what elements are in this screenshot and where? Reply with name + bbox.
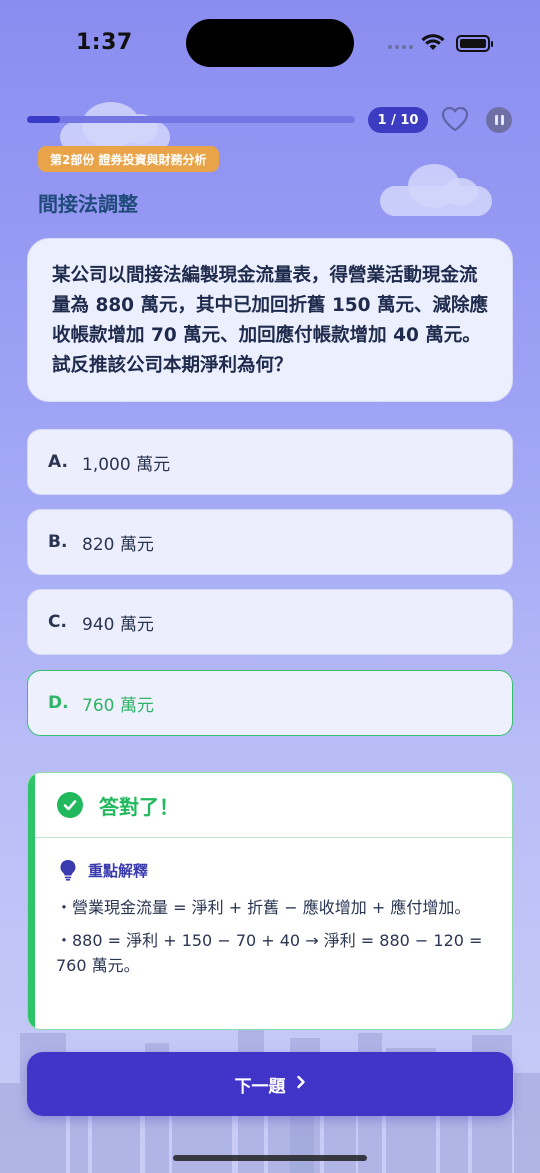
check-circle-icon: [57, 792, 83, 818]
battery-icon: [456, 35, 493, 52]
cellular-signal-icon: [388, 45, 413, 49]
explanation-title: 重點解釋: [88, 861, 149, 880]
feedback-title: 答對了！: [99, 794, 179, 819]
feedback-header: 答對了！: [35, 773, 512, 838]
question-text: 某公司以間接法編製現金流量表，得營業活動現金流量為 880 萬元，其中已加回折舊…: [52, 265, 488, 376]
lightbulb-icon: [58, 859, 78, 881]
feedback-accent-bar: [28, 773, 35, 1029]
chevron-right-icon: [296, 1074, 306, 1094]
home-indicator: [173, 1155, 367, 1161]
explanation-body: ・營業現金流量 = 淨利 + 折舊 − 應收增加 + 應付增加。 ・880 = …: [56, 895, 496, 986]
option-text: 820 萬元: [82, 534, 154, 555]
option-letter: C.: [48, 612, 67, 632]
option-b[interactable]: B. 820 萬元: [27, 509, 513, 575]
progress-bar: [27, 116, 355, 123]
next-question-button[interactable]: 下一題: [27, 1052, 513, 1116]
option-text: 940 萬元: [82, 614, 154, 635]
option-text: 760 萬元: [82, 695, 154, 716]
heart-icon[interactable]: [441, 106, 469, 136]
option-a[interactable]: A. 1,000 萬元: [27, 429, 513, 495]
wifi-icon: [421, 33, 445, 55]
explanation-line: ・880 = 淨利 + 150 − 70 + 40 → 淨利 = 880 − 1…: [56, 931, 483, 975]
question-counter: 1 / 10: [368, 107, 428, 133]
next-button-label: 下一題: [234, 1076, 286, 1097]
dynamic-island: [186, 19, 354, 67]
progress-bar-fill: [27, 116, 60, 123]
question-card: 某公司以間接法編製現金流量表，得營業活動現金流量為 880 萬元，其中已加回折舊…: [27, 238, 513, 402]
status-bar: 1:37: [0, 0, 540, 90]
option-c[interactable]: C. 940 萬元: [27, 589, 513, 655]
feedback-card: 答對了！ 重點解釋 ・營業現金流量 = 淨利 + 折舊 − 應收增加 + 應付增…: [27, 772, 513, 1030]
section-badge: 第2部份 證券投資與財務分析: [38, 146, 219, 172]
cloud-decoration: [380, 164, 492, 216]
pause-button[interactable]: [486, 107, 512, 133]
option-text: 1,000 萬元: [82, 454, 171, 475]
topic-title: 間接法調整: [38, 192, 138, 216]
option-d[interactable]: D. 760 萬元: [27, 670, 513, 736]
option-letter: B.: [48, 532, 68, 552]
explanation-line: ・營業現金流量 = 淨利 + 折舊 − 應收增加 + 應付增加。: [56, 898, 471, 917]
option-letter: D.: [48, 693, 69, 713]
explanation-header: 重點解釋: [58, 859, 148, 881]
option-letter: A.: [48, 452, 68, 472]
status-time: 1:37: [76, 30, 133, 55]
pause-icon: [494, 115, 498, 125]
